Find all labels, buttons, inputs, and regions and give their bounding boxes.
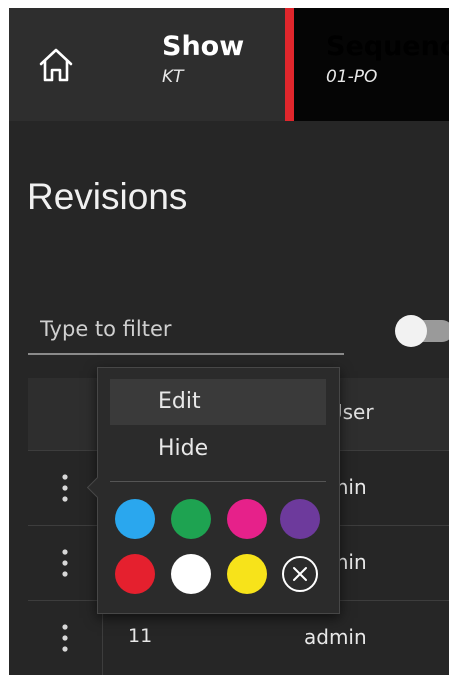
color-swatch-red[interactable] bbox=[115, 554, 155, 594]
app-frame: Show KT Sequence 01-PO Revisions User bbox=[9, 8, 449, 675]
clear-color-button[interactable] bbox=[282, 556, 318, 592]
breadcrumb-sequence-label: Sequence bbox=[326, 31, 449, 62]
menu-item-hide[interactable]: Hide bbox=[110, 426, 326, 472]
page-title: Revisions bbox=[27, 176, 188, 217]
color-swatch-green[interactable] bbox=[171, 499, 211, 539]
cell-user: admin bbox=[304, 625, 367, 649]
breadcrumb-sequence[interactable]: Sequence 01-PO bbox=[294, 8, 449, 121]
filter-input[interactable] bbox=[40, 317, 330, 341]
color-swatch-white[interactable] bbox=[171, 554, 211, 594]
row-menu-button[interactable] bbox=[28, 601, 103, 675]
menu-item-edit[interactable]: Edit bbox=[110, 379, 326, 425]
filter-toggle[interactable] bbox=[395, 313, 449, 349]
color-swatch-yellow[interactable] bbox=[227, 554, 267, 594]
cell-revision-number: 11 bbox=[128, 625, 153, 647]
kebab-menu-icon bbox=[62, 474, 68, 502]
filter-field[interactable] bbox=[28, 313, 344, 355]
top-bar: Show KT Sequence 01-PO bbox=[9, 8, 449, 121]
breadcrumb-show-label: Show bbox=[162, 31, 245, 62]
menu-divider bbox=[110, 481, 326, 482]
kebab-menu-icon bbox=[62, 549, 68, 577]
home-button[interactable] bbox=[9, 8, 103, 121]
row-menu-button[interactable] bbox=[28, 526, 103, 600]
row-context-menu: Edit Hide bbox=[86, 367, 340, 614]
breadcrumb-sequence-value: 01-PO bbox=[326, 67, 378, 87]
color-swatch-blue[interactable] bbox=[115, 499, 155, 539]
color-swatch-purple[interactable] bbox=[280, 499, 320, 539]
breadcrumb-show-value: KT bbox=[162, 67, 184, 87]
toggle-knob bbox=[395, 315, 427, 347]
breadcrumb-show[interactable]: Show KT bbox=[162, 30, 244, 90]
home-icon bbox=[39, 48, 73, 81]
color-swatch-pink[interactable] bbox=[227, 499, 267, 539]
circle-x-icon bbox=[293, 567, 307, 581]
active-indicator bbox=[285, 8, 294, 121]
kebab-menu-icon bbox=[62, 624, 68, 652]
